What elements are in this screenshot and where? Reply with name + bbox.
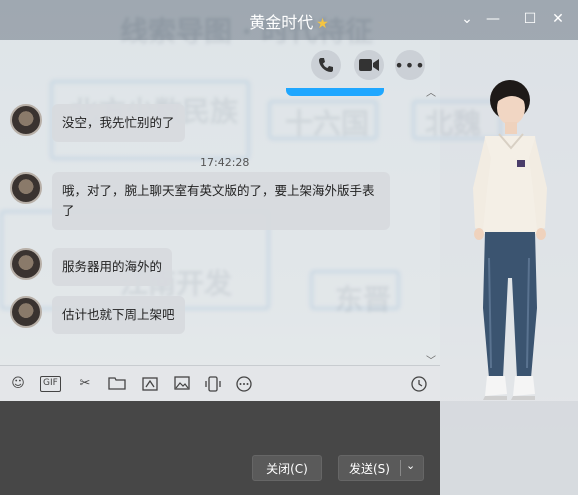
video-icon (359, 59, 379, 71)
gif-icon[interactable]: GIF (40, 376, 61, 392)
message-timestamp: 17:42:28 (200, 156, 250, 169)
avatar[interactable] (10, 296, 42, 328)
history-clock-icon[interactable] (410, 376, 428, 392)
message-row: 哦，对了，腕上聊天室有英文版的了，要上架海外版手表了 (10, 172, 390, 230)
video-call-button[interactable] (354, 50, 384, 80)
sent-message-bubble (286, 88, 384, 96)
message-row: 服务器用的海外的 (10, 248, 173, 286)
send-divider (400, 460, 401, 476)
title-bar: 黄金时代 ★ ⌄ — ☐ ✕ (0, 0, 578, 40)
image-edit-icon[interactable] (141, 376, 159, 392)
picture-icon[interactable] (173, 376, 191, 392)
input-toolbar: ☺ GIF ✂ (0, 365, 440, 401)
more-options-button[interactable]: ••• (394, 50, 426, 80)
voice-call-button[interactable] (311, 50, 341, 80)
close-icon[interactable]: ✕ (549, 10, 567, 28)
emoji-icon[interactable]: ☺ (9, 376, 27, 392)
message-row: 没空，我先忙别的了 (10, 104, 185, 142)
avatar[interactable] (10, 104, 42, 136)
more-circle-icon[interactable] (235, 376, 253, 392)
message-bubble[interactable]: 服务器用的海外的 (52, 248, 173, 286)
avatar[interactable] (10, 172, 42, 204)
send-options-chevron-icon[interactable]: ⌄ (406, 459, 415, 472)
minimize-icon[interactable]: — (484, 10, 502, 28)
chevron-down-icon[interactable]: ⌄ (458, 10, 476, 28)
scroll-up-icon[interactable]: ︿ (426, 84, 436, 99)
show-avatar-figure (473, 80, 547, 400)
message-bubble[interactable]: 估计也就下周上架吧 (52, 296, 185, 334)
message-bubble[interactable]: 没空，我先忙别的了 (52, 104, 185, 142)
scissors-icon[interactable]: ✂ (76, 376, 94, 392)
phone-icon (319, 58, 333, 72)
maximize-icon[interactable]: ☐ (521, 10, 539, 28)
close-button[interactable]: 关闭(C) (252, 455, 322, 481)
send-button[interactable]: 发送(S) ⌄ (338, 455, 424, 481)
message-row: 估计也就下周上架吧 (10, 296, 185, 334)
avatar[interactable] (10, 248, 42, 280)
shake-icon[interactable] (204, 376, 222, 392)
title-text: 黄金时代 (249, 13, 314, 32)
send-label: 发送(S) (349, 461, 390, 476)
folder-icon[interactable] (108, 376, 126, 392)
more-icon: ••• (394, 55, 426, 75)
star-icon: ★ (316, 16, 329, 32)
message-bubble[interactable]: 哦，对了，腕上聊天室有英文版的了，要上架海外版手表了 (52, 172, 390, 230)
